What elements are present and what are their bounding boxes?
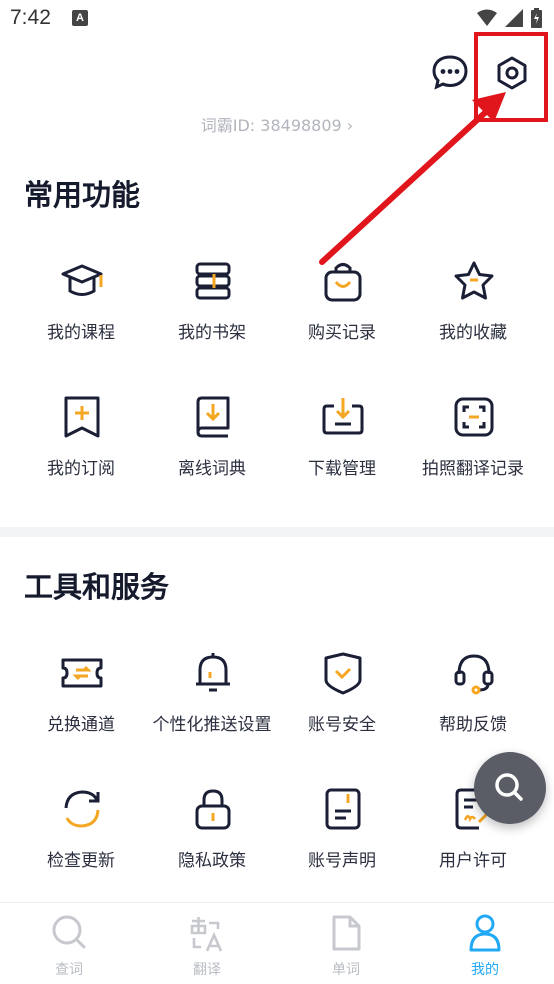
bookmark-plus-icon xyxy=(64,396,100,438)
menu-item-label: 检查更新 xyxy=(47,851,115,871)
menu-item-label: 兑换通道 xyxy=(47,715,115,735)
download-tray-icon xyxy=(322,398,364,435)
menu-item-favorites[interactable]: 我的收藏 xyxy=(408,258,538,368)
menu-item-label: 拍照翻译记录 xyxy=(422,459,524,479)
menu-item-label: 账号安全 xyxy=(308,715,376,735)
menu-item-label: 帮助反馈 xyxy=(439,715,507,735)
lock-icon xyxy=(195,789,231,830)
word-card-icon xyxy=(332,915,361,951)
document-icon xyxy=(325,788,361,830)
annotation-highlight-box xyxy=(474,32,548,122)
menu-item-label: 购买记录 xyxy=(308,323,376,343)
floating-search-button[interactable] xyxy=(474,752,546,824)
menu-item-offline-dictionary[interactable]: 离线词典 xyxy=(147,394,277,504)
menu-item-purchases[interactable]: 购买记录 xyxy=(277,258,407,368)
menu-item-help-feedback[interactable]: 帮助反馈 xyxy=(408,650,538,760)
menu-item-downloads[interactable]: 下载管理 xyxy=(277,394,407,504)
message-button[interactable] xyxy=(430,52,470,92)
notification-icon: A xyxy=(72,10,88,26)
menu-item-account-statement[interactable]: 账号声明 xyxy=(277,786,407,896)
tab-translate[interactable]: 翻译 xyxy=(138,903,276,984)
menu-item-subscriptions[interactable]: 我的订阅 xyxy=(16,394,146,504)
menu-item-redeem[interactable]: 兑换通道 xyxy=(16,650,146,760)
section-title-tools: 工具和服务 xyxy=(24,570,170,604)
tab-lookup[interactable]: 查词 xyxy=(0,903,138,984)
bookshelf-icon xyxy=(195,262,231,300)
tab-words[interactable]: 单词 xyxy=(277,903,415,984)
menu-item-label: 下载管理 xyxy=(308,459,376,479)
menu-item-label: 个性化推送设置 xyxy=(152,715,272,735)
graduation-cap-icon xyxy=(61,264,103,296)
tab-label: 单词 xyxy=(332,962,360,978)
tab-me[interactable]: 我的 xyxy=(416,903,554,984)
section-title-common: 常用功能 xyxy=(24,178,141,212)
tab-label: 查词 xyxy=(55,962,83,978)
refresh-icon xyxy=(64,790,100,828)
section-divider xyxy=(0,527,554,537)
menu-item-courses[interactable]: 我的课程 xyxy=(16,258,146,368)
menu-item-label: 用户许可 xyxy=(439,851,507,871)
menu-item-photo-translation-history[interactable]: 拍照翻译记录 xyxy=(408,394,538,504)
search-icon xyxy=(495,773,523,801)
shield-check-icon xyxy=(324,652,362,695)
search-icon xyxy=(52,915,86,949)
signal-icon xyxy=(505,9,523,27)
top-actions xyxy=(0,44,554,104)
menu-item-label: 隐私政策 xyxy=(178,851,246,871)
menu-item-bookshelf[interactable]: 我的书架 xyxy=(147,258,277,368)
bell-icon xyxy=(196,653,230,692)
bottom-tab-bar: 查词 翻译 单词 我的 xyxy=(0,902,554,984)
tab-label: 我的 xyxy=(471,962,499,978)
wifi-icon xyxy=(477,9,497,26)
chat-bubble-icon xyxy=(432,55,468,90)
user-icon xyxy=(469,914,501,952)
menu-item-label: 我的订阅 xyxy=(47,459,115,479)
status-indicators xyxy=(477,8,542,28)
translate-icon xyxy=(190,917,223,952)
tab-label: 翻译 xyxy=(193,962,221,978)
download-book-icon xyxy=(196,396,230,438)
status-bar: 7:42 A xyxy=(0,0,554,38)
menu-item-label: 我的收藏 xyxy=(439,323,507,343)
menu-item-label: 我的课程 xyxy=(47,323,115,343)
star-icon xyxy=(454,261,494,300)
menu-item-check-update[interactable]: 检查更新 xyxy=(16,786,146,896)
user-id-link[interactable]: 词霸ID: 38498809 › xyxy=(0,112,554,136)
exchange-ticket-icon xyxy=(61,658,103,688)
menu-item-label: 离线词典 xyxy=(178,459,246,479)
menu-item-account-security[interactable]: 账号安全 xyxy=(277,650,407,760)
menu-item-push-settings[interactable]: 个性化推送设置 xyxy=(147,650,277,760)
menu-item-label: 我的书架 xyxy=(178,323,246,343)
battery-icon xyxy=(531,8,542,28)
status-time: 7:42 xyxy=(10,6,51,29)
menu-item-privacy-policy[interactable]: 隐私政策 xyxy=(147,786,277,896)
menu-item-label: 账号声明 xyxy=(308,851,376,871)
headset-icon xyxy=(454,654,494,695)
scan-frame-icon xyxy=(454,397,494,437)
shopping-bag-icon xyxy=(324,263,362,302)
